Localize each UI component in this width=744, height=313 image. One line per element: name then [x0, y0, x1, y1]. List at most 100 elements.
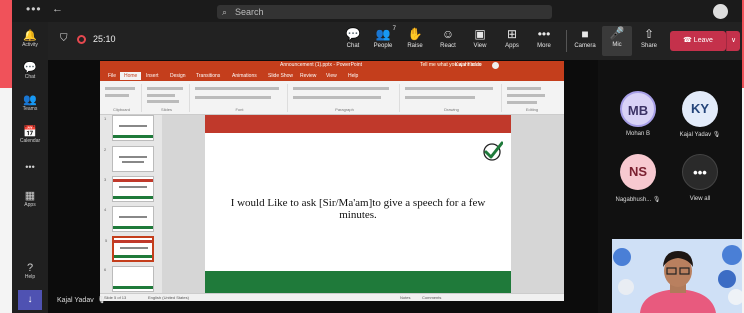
- thumbnail-green-band: [113, 226, 153, 229]
- tab-design[interactable]: Design: [166, 72, 190, 80]
- more-options-icon[interactable]: •••: [26, 2, 42, 16]
- search-placeholder: Search: [235, 7, 264, 17]
- view-button[interactable]: ▣ View: [465, 27, 495, 51]
- chat-button[interactable]: 💬 Chat: [338, 27, 368, 51]
- toolbar-divider: [566, 30, 567, 52]
- tab-help[interactable]: Help: [344, 72, 362, 80]
- slide-number: 1: [104, 116, 107, 121]
- powerpoint-window: Announcement (1).pptx - PowerPoint Tell …: [100, 61, 564, 301]
- ppt-ribbon: Clipboard Slides Font Paragraph Drawing …: [100, 81, 564, 115]
- people-button[interactable]: 👥 7 People: [368, 26, 398, 51]
- slide-thumbnail[interactable]: 2: [104, 146, 154, 172]
- apps-add-icon: ⊞: [506, 27, 518, 41]
- tab-view[interactable]: View: [322, 72, 341, 80]
- participant-avatar-mb[interactable]: MB: [620, 91, 656, 127]
- ribbon-group-font[interactable]: Font: [192, 84, 288, 112]
- ribbon-control: [105, 87, 135, 90]
- slide-number: 3: [104, 177, 107, 182]
- apps-icon: ▦: [24, 190, 36, 202]
- ribbon-group-slides[interactable]: Slides: [144, 84, 190, 112]
- control-label: More: [537, 43, 551, 49]
- thumbnail-text: [119, 216, 147, 218]
- meeting-control-bar: ⛉ 25:10 💬 Chat 👥 7 People ✋ Raise ☺ Reac…: [48, 22, 742, 60]
- share-icon: ⇧: [643, 27, 655, 41]
- camera-icon: ■: [581, 27, 589, 41]
- rail-label: Apps: [24, 202, 36, 208]
- rail-item-chat[interactable]: 💬 Chat: [12, 62, 48, 81]
- slide-thumbnail[interactable]: 1: [104, 115, 154, 141]
- control-label: View: [473, 43, 487, 49]
- rail-item-apps[interactable]: ▦ Apps: [12, 190, 48, 209]
- mic-button[interactable]: 🎤 Mic: [602, 26, 632, 56]
- control-label: Share: [640, 43, 657, 49]
- thumbnail-text: [119, 125, 147, 127]
- tab-review[interactable]: Review: [296, 72, 320, 80]
- control-label: People: [373, 43, 393, 49]
- mic-muted-icon: 🎙: [712, 132, 721, 138]
- view-all-label: View all: [689, 196, 711, 202]
- thumbnail-green-band: [113, 196, 153, 199]
- slide-count: Slide 5 of 13: [104, 295, 127, 300]
- rail-item-calendar[interactable]: 📅 Calendar: [12, 126, 48, 145]
- view-all-button[interactable]: •••: [682, 154, 718, 190]
- camera-button[interactable]: ■ Camera: [570, 27, 600, 51]
- tab-transitions[interactable]: Transitions: [192, 72, 224, 80]
- tab-file[interactable]: File: [104, 72, 120, 80]
- rail-item-teams[interactable]: 👥 Teams: [12, 94, 48, 113]
- control-label: Chat: [346, 43, 360, 49]
- ribbon-control: [405, 96, 475, 99]
- chat-icon: 💬: [345, 27, 361, 41]
- bell-icon: 🔔: [23, 30, 37, 42]
- rail-label: Calendar: [19, 138, 41, 144]
- apps-button[interactable]: ⊞ Apps: [497, 27, 527, 51]
- presenter-name: Kajal Yadav: [57, 297, 94, 304]
- ribbon-control: [507, 94, 545, 97]
- slide-editor: I would Like to ask [Sir/Ma'am]to give a…: [162, 115, 564, 293]
- participant-name-text: Kajal Yadav: [679, 132, 712, 138]
- download-icon[interactable]: ↓: [18, 290, 42, 310]
- ribbon-group-drawing[interactable]: Drawing: [402, 84, 502, 112]
- participant-avatar-ns[interactable]: NS: [620, 154, 656, 190]
- control-label: React: [440, 43, 456, 49]
- video-feed-illustration: [613, 245, 742, 313]
- ribbon-group-editing[interactable]: Editing: [504, 84, 560, 112]
- more-button[interactable]: ••• More: [529, 27, 559, 51]
- teams-icon: 👥: [23, 94, 37, 106]
- slide-thumbnail[interactable]: 6: [104, 266, 154, 292]
- tab-slide-show[interactable]: Slide Show: [264, 72, 297, 80]
- participant-avatar-ky[interactable]: KY: [682, 91, 718, 127]
- current-slide[interactable]: I would Like to ask [Sir/Ma'am]to give a…: [205, 115, 511, 293]
- slide-number: 6: [104, 267, 107, 272]
- ppt-ribbon-tabs: File Home Insert Design Transitions Anim…: [100, 71, 564, 81]
- control-label: Raise: [407, 43, 423, 49]
- tab-home[interactable]: Home: [120, 72, 142, 80]
- rail-more-icon[interactable]: •••: [12, 162, 48, 172]
- slide-thumbnail[interactable]: 4: [104, 206, 154, 232]
- slide-thumbnail[interactable]: 3: [104, 176, 154, 202]
- raise-hand-button[interactable]: ✋ Raise: [400, 27, 430, 51]
- tab-insert[interactable]: Insert: [142, 72, 163, 80]
- ribbon-group-paragraph[interactable]: Paragraph: [290, 84, 400, 112]
- self-video-tile[interactable]: [612, 239, 742, 313]
- notes-button[interactable]: Notes: [400, 295, 410, 300]
- leave-options-chevron-icon[interactable]: ∨: [726, 31, 740, 51]
- ppt-status-bar: Slide 5 of 13 English (United States) No…: [100, 293, 564, 301]
- ellipsis-icon: •••: [537, 27, 551, 41]
- profile-avatar[interactable]: [713, 4, 728, 19]
- share-button[interactable]: ⇧ Share: [634, 27, 664, 51]
- slide-red-band: [205, 115, 511, 133]
- slide-body-text: I would Like to ask [Sir/Ma'am]to give a…: [230, 197, 486, 221]
- leave-button[interactable]: ☎ Leave: [670, 31, 726, 51]
- participant-name-text: Nagabhush...: [615, 197, 652, 203]
- rail-item-activity[interactable]: 🔔 Activity: [12, 30, 48, 49]
- react-button[interactable]: ☺ React: [433, 27, 463, 51]
- comments-button[interactable]: Comments: [422, 295, 441, 300]
- search-input[interactable]: ⌕ Search: [217, 5, 552, 19]
- ribbon-control: [293, 96, 381, 99]
- tab-animations[interactable]: Animations: [228, 72, 261, 80]
- ribbon-group-clipboard[interactable]: Clipboard: [102, 84, 142, 112]
- chat-icon: 💬: [23, 62, 37, 74]
- rail-item-help[interactable]: ? Help: [12, 262, 48, 281]
- slide-thumbnail-selected[interactable]: 5: [105, 236, 154, 262]
- back-arrow-icon[interactable]: ←: [52, 3, 63, 15]
